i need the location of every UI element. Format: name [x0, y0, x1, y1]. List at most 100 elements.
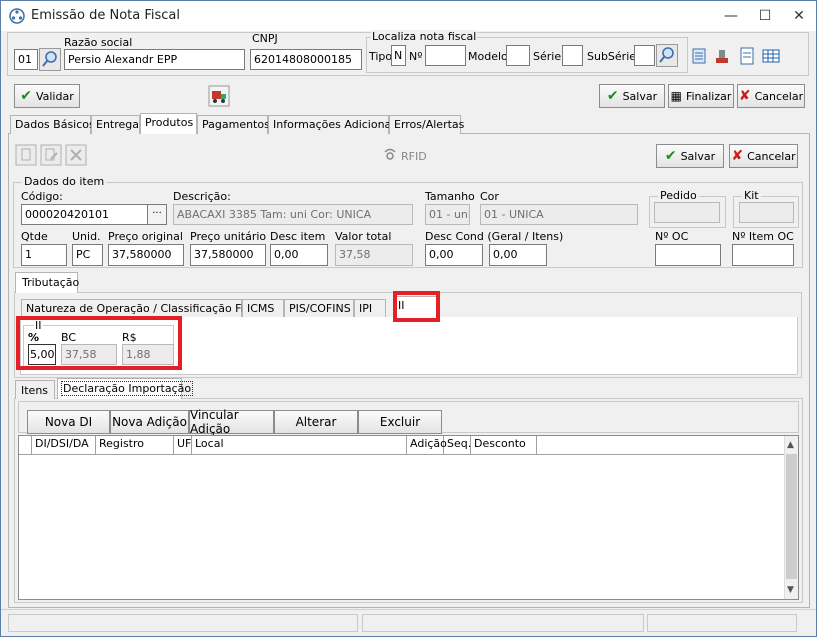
- razao-social-label: Razão social: [64, 36, 133, 49]
- minimize-button[interactable]: —: [714, 1, 748, 31]
- validar-button[interactable]: ✔ Validar: [14, 84, 80, 108]
- no-item-oc-input[interactable]: [732, 244, 794, 266]
- scroll-down-icon[interactable]: ▼: [787, 585, 794, 595]
- desc-cond-label: Desc Cond (Geral / Itens): [425, 230, 564, 243]
- descricao-label: Descrição:: [173, 190, 231, 203]
- modelo-label: Modelo: [468, 50, 508, 63]
- modelo-input[interactable]: [506, 45, 530, 66]
- subtab-icms[interactable]: ICMS: [242, 299, 284, 318]
- codigo-lookup-button[interactable]: ···: [147, 204, 167, 225]
- qtde-input[interactable]: 1: [21, 244, 67, 266]
- delete-icon[interactable]: [65, 144, 87, 166]
- column-desconto[interactable]: Desconto: [471, 436, 537, 455]
- scroll-thumb[interactable]: [786, 454, 797, 579]
- tab-pagamentos[interactable]: Pagamentos: [197, 115, 270, 134]
- item-salvar-button[interactable]: ✔ Salvar: [656, 144, 724, 168]
- cor-input[interactable]: 01 - UNICA: [480, 204, 638, 225]
- numero-input[interactable]: [425, 45, 466, 66]
- finalizar-button[interactable]: ▦ Finalizar: [668, 84, 734, 108]
- subtab-pis-cofins[interactable]: PIS/COFINS: [284, 299, 354, 318]
- window-title: Emissão de Nota Fiscal: [31, 8, 180, 23]
- table-icon[interactable]: [762, 47, 780, 65]
- column-seq[interactable]: Seq.: [444, 436, 471, 455]
- scroll-up-icon[interactable]: ▲: [787, 440, 794, 450]
- tipo-input[interactable]: N: [391, 45, 406, 66]
- tab-erros-alertas[interactable]: Erros/Alertas: [389, 115, 464, 134]
- pedido-input[interactable]: [654, 202, 720, 223]
- alterar-button[interactable]: Alterar: [274, 410, 358, 434]
- tab-declaracao-importacao[interactable]: Declaração Importação: [57, 378, 194, 399]
- descricao-input[interactable]: ABACAXI 3385 Tam: uni Cor: UNICA: [173, 204, 413, 225]
- di-grid[interactable]: DI/DSI/DA Registro UF Local Adição Seq. …: [18, 435, 799, 600]
- check-icon: ✔: [606, 88, 619, 104]
- column-local[interactable]: Local: [192, 436, 407, 455]
- column-adicao[interactable]: Adição: [407, 436, 447, 455]
- localiza-search-button[interactable]: [656, 44, 678, 67]
- title-bar: Emissão de Nota Fiscal — ☐ ✕: [1, 1, 816, 31]
- check-icon: ✔: [20, 88, 32, 104]
- truck-icon[interactable]: [208, 85, 230, 107]
- column-registro[interactable]: Registro: [96, 436, 174, 455]
- vincular-adicao-button[interactable]: Vincular Adição: [189, 408, 274, 436]
- kit-label: Kit: [742, 189, 761, 202]
- valor-total-input[interactable]: 37,58: [335, 244, 413, 266]
- numero-label: Nº: [409, 50, 423, 63]
- new-document-icon[interactable]: [15, 144, 37, 166]
- edit-document-icon[interactable]: [40, 144, 62, 166]
- tab-tributacao[interactable]: Tributação: [15, 272, 79, 293]
- company-search-button[interactable]: [39, 48, 61, 71]
- kit-input[interactable]: [739, 202, 794, 223]
- rfid-label[interactable]: RFID: [401, 150, 427, 163]
- preco-original-input[interactable]: 37,580000: [108, 244, 184, 266]
- desc-item-input[interactable]: 0,00: [270, 244, 328, 266]
- subtab-ipi[interactable]: IPI: [354, 299, 386, 318]
- item-cancelar-button[interactable]: ✘ Cancelar: [729, 144, 798, 168]
- no-item-oc-label: Nº Item OC: [732, 230, 794, 243]
- subserie-input[interactable]: [634, 45, 655, 66]
- document-icon[interactable]: [738, 47, 756, 65]
- dados-do-item-caption: Dados do item: [22, 175, 107, 188]
- cnpj-input[interactable]: 62014808000185: [250, 49, 362, 70]
- search-icon: [659, 47, 674, 63]
- desc-cond-itens-input[interactable]: 0,00: [489, 244, 547, 266]
- unid-input[interactable]: PC: [72, 244, 103, 266]
- desc-cond-geral-input[interactable]: 0,00: [425, 244, 483, 266]
- grid-header: DI/DSI/DA Registro UF Local Adição Seq. …: [19, 436, 784, 455]
- no-oc-label: Nº OC: [655, 230, 689, 243]
- tamanho-label: Tamanho: [425, 190, 475, 203]
- search-icon: [42, 51, 57, 67]
- no-oc-input[interactable]: [655, 244, 721, 266]
- qr-code-icon: ▦: [670, 89, 682, 103]
- valor-total-label: Valor total: [335, 230, 392, 243]
- close-button[interactable]: ✕: [782, 1, 816, 31]
- company-code-input[interactable]: 01: [14, 49, 38, 70]
- stamp-icon[interactable]: [713, 47, 731, 65]
- tab-informacoes-adicionais[interactable]: Informações Adicionais: [268, 115, 400, 134]
- column-di-dsi-da[interactable]: DI/DSI/DA: [32, 436, 96, 455]
- localiza-label: Localiza nota fiscal: [371, 30, 478, 43]
- nova-adicao-button[interactable]: Nova Adição: [110, 410, 189, 434]
- serie-label: Série: [533, 50, 562, 63]
- tab-dados-basicos[interactable]: Dados Básicos: [10, 115, 95, 134]
- excluir-button[interactable]: Excluir: [358, 410, 442, 434]
- salvar-button[interactable]: ✔ Salvar: [599, 84, 665, 108]
- codigo-input[interactable]: 000020420101: [21, 204, 148, 225]
- serie-input[interactable]: [562, 45, 583, 66]
- notes-icon[interactable]: [690, 47, 708, 65]
- column-uf[interactable]: UF: [174, 436, 192, 455]
- razao-social-input[interactable]: Persio Alexandr EPP: [64, 49, 245, 70]
- app-icon: [9, 8, 25, 24]
- preco-unitario-label: Preço unitário: [190, 230, 267, 243]
- cancelar-button[interactable]: ✘ Cancelar: [737, 84, 805, 108]
- tab-produtos[interactable]: Produtos: [140, 113, 197, 134]
- tab-itens[interactable]: Itens: [15, 380, 55, 399]
- tab-entrega[interactable]: Entrega: [91, 115, 140, 134]
- maximize-button[interactable]: ☐: [748, 1, 782, 31]
- grid-scrollbar[interactable]: ▲ ▼: [784, 436, 798, 599]
- rfid-icon: [384, 148, 396, 160]
- nova-di-button[interactable]: Nova DI: [27, 410, 110, 434]
- tamanho-input[interactable]: 01 - uni: [425, 204, 470, 225]
- grid-indicator-column: [19, 436, 32, 455]
- desc-item-label: Desc item: [270, 230, 326, 243]
- preco-unitario-input[interactable]: 37,580000: [190, 244, 266, 266]
